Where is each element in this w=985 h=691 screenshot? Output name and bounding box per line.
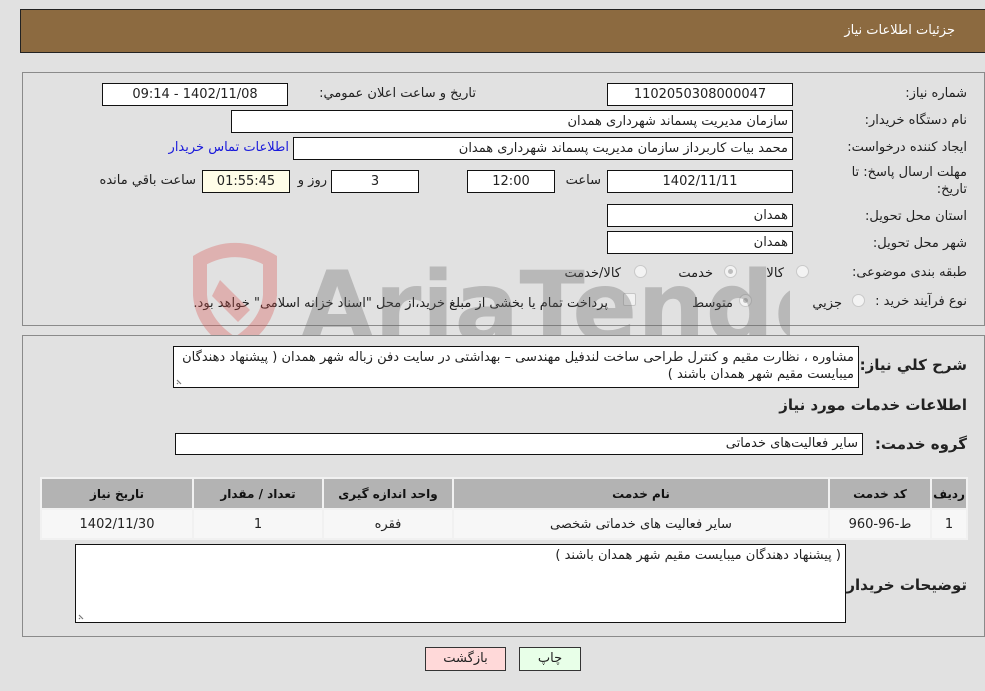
col-header-date: تاریخ نیاز (42, 479, 192, 508)
cell-service-code: ط-96-960 (830, 510, 930, 538)
col-header-code: کد خدمت (830, 479, 930, 508)
table-row: 1 ط-96-960 سایر فعالیت های خدماتی شخصی ف… (42, 510, 966, 538)
category-option-service: خدمت (678, 266, 713, 281)
announce-datetime-label: تاریخ و ساعت اعلان عمومي: (319, 86, 476, 101)
category-option-goods: کالا (766, 266, 784, 281)
category-radio-goods[interactable] (796, 265, 809, 278)
remaining-time-field[interactable]: 01:55:45 (202, 170, 290, 193)
province-label: استان محل تحویل: (865, 209, 967, 224)
requester-field[interactable]: محمد بیات کاربرداز سازمان مدیریت پسماند … (293, 137, 793, 160)
buyer-org-label: نام دستگاه خریدار: (864, 113, 967, 128)
need-number-label: شماره نیاز: (905, 86, 967, 101)
page-title: جزئیات اطلاعات نیاز (844, 23, 955, 38)
city-label: شهر محل تحویل: (872, 236, 967, 251)
resize-grip-icon[interactable] (78, 612, 86, 620)
deadline-date-field[interactable]: 1402/11/11 (607, 170, 793, 193)
cell-need-date: 1402/11/30 (42, 510, 192, 538)
back-button[interactable]: بازگشت (425, 647, 506, 671)
purchase-type-label: نوع فرآیند خرید : (875, 294, 967, 309)
remaining-days-field[interactable]: 3 (331, 170, 419, 193)
category-label: طبقه بندی موضوعی: (851, 265, 967, 280)
cell-service-name: سایر فعالیت های خدماتی شخصی (454, 510, 828, 538)
description-textarea[interactable]: مشاوره ، نظارت مقیم و کنترل طراحی ساخت ل… (173, 346, 859, 388)
col-header-quantity: تعداد / مقدار (194, 479, 322, 508)
category-radio-goods-service[interactable] (634, 265, 647, 278)
buyer-notes-textarea[interactable]: ( پیشنهاد دهندگان میبایست مقیم شهر همدان… (75, 544, 846, 623)
page-header: جزئیات اطلاعات نیاز (20, 9, 985, 53)
services-table-header: ردیف کد خدمت نام خدمت واحد اندازه گیری ت… (42, 479, 966, 508)
need-number-field[interactable]: 1102050308000047 (607, 83, 793, 106)
cell-unit: فقره (324, 510, 452, 538)
service-group-label: گروه خدمت: (874, 435, 967, 453)
col-header-row: ردیف (932, 479, 966, 508)
deadline-time-label: ساعت (565, 173, 601, 188)
services-section-title: اطلاعات خدمات مورد نیاز (779, 396, 967, 414)
treasury-checkbox-label: پرداخت تمام یا بخشی از مبلغ خرید،از محل … (193, 296, 608, 311)
city-field[interactable]: همدان (607, 231, 793, 254)
buyer-notes-label: توضیحات خریدار: (840, 576, 967, 594)
buyer-notes-text: ( پیشنهاد دهندگان میبایست مقیم شهر همدان… (555, 548, 841, 563)
cell-row-number: 1 (932, 510, 966, 538)
buyer-org-field[interactable]: سازمان مدیریت پسماند شهرداری همدان (231, 110, 793, 133)
col-header-name: نام خدمت (454, 479, 828, 508)
cell-quantity: 1 (194, 510, 322, 538)
description-label: شرح کلي نیاز: (859, 356, 967, 374)
category-radio-service[interactable] (724, 265, 737, 278)
buyer-contact-link[interactable]: اطلاعات تماس خریدار (169, 140, 289, 155)
days-label: روز و (297, 173, 327, 188)
announce-datetime-field[interactable]: 1402/11/08 - 09:14 (102, 83, 288, 106)
province-field[interactable]: همدان (607, 204, 793, 227)
resize-grip-icon[interactable] (176, 377, 184, 385)
services-table: ردیف کد خدمت نام خدمت واحد اندازه گیری ت… (40, 477, 968, 540)
purchase-type-radio-minor[interactable] (852, 294, 865, 307)
col-header-unit: واحد اندازه گیری (324, 479, 452, 508)
category-option-goods-service: کالا/خدمت (564, 266, 621, 281)
deadline-time-field[interactable]: 12:00 (467, 170, 555, 193)
purchase-type-radio-medium[interactable] (739, 294, 752, 307)
service-group-field[interactable]: سایر فعالیت‌های خدماتی (175, 433, 863, 455)
treasury-checkbox[interactable] (623, 293, 636, 306)
remaining-time-label: ساعت باقي مانده (99, 173, 196, 188)
purchase-type-option-minor: جزيي (812, 296, 842, 311)
purchase-type-option-medium: متوسط (692, 296, 733, 311)
print-button[interactable]: چاپ (519, 647, 581, 671)
deadline-label-line2: تاریخ: (936, 182, 967, 197)
requester-label: ایجاد کننده درخواست: (847, 140, 967, 155)
deadline-label-line1: مهلت ارسال پاسخ: تا (851, 165, 967, 180)
description-text: مشاوره ، نظارت مقیم و کنترل طراحی ساخت ل… (182, 350, 854, 382)
